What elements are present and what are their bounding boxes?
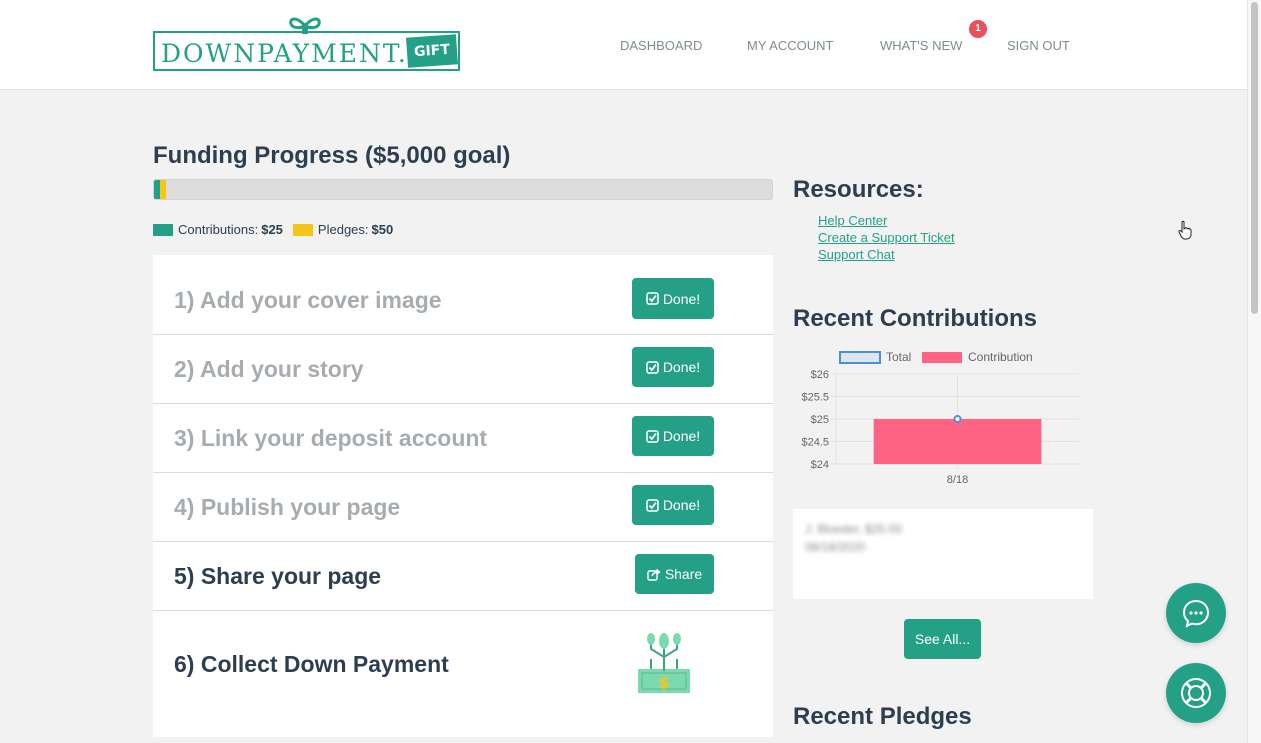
step-label: 3) Link your deposit account xyxy=(174,425,488,451)
step-row: 3) Link your deposit account Done! xyxy=(153,404,773,473)
contribution-name: J. Bloeder, $25.00 xyxy=(805,522,902,536)
share-page-button[interactable]: Share xyxy=(635,554,714,594)
step-label: 2) Add your story xyxy=(174,356,364,382)
step-3-done-button[interactable]: Done! xyxy=(632,416,714,456)
hand-cursor-icon xyxy=(1178,220,1192,240)
logo-text: DOWNPAYMENT. xyxy=(161,39,408,68)
recent-pledges-title: Recent Pledges xyxy=(793,703,972,730)
button-label: Done! xyxy=(662,359,701,375)
setup-steps-list: 1) Add your cover image Done! 2) Add you… xyxy=(153,255,773,737)
total-point xyxy=(953,415,962,423)
logo-frame: DOWNPAYMENT. GIFT xyxy=(153,31,460,71)
contributions-swatch xyxy=(153,223,173,236)
legend-total-label: Total xyxy=(886,350,911,364)
step-row: 1) Add your cover image Done! xyxy=(153,255,773,335)
help-center-link[interactable]: Help Center xyxy=(818,213,887,228)
support-chat-link[interactable]: Support Chat xyxy=(818,247,895,262)
checkbox-icon xyxy=(646,292,659,305)
site-logo[interactable]: DOWNPAYMENT. GIFT xyxy=(153,14,461,72)
lifebuoy-icon xyxy=(1181,678,1211,708)
contributions-label: Contributions: xyxy=(178,222,259,237)
contribution-entry-card: J. Bloeder, $25.00 08/18/2020 xyxy=(793,509,1093,599)
see-all-contributions-button[interactable]: See All... xyxy=(904,619,981,659)
resources-title: Resources: xyxy=(793,176,924,203)
pledges-label: Pledges: xyxy=(317,222,369,237)
step-label: 5) Share your page xyxy=(174,563,382,589)
pledges-swatch xyxy=(292,223,313,236)
contribution-bar xyxy=(873,419,1042,464)
contribution-date: 08/18/2020 xyxy=(805,540,866,554)
logo-gift-tag: GIFT xyxy=(406,34,458,68)
button-label: Share xyxy=(664,566,703,582)
page-scrollbar[interactable] xyxy=(1247,0,1261,743)
chat-button[interactable] xyxy=(1166,583,1226,643)
contributions-value: $25 xyxy=(261,222,283,237)
progress-pledges-fill xyxy=(160,180,167,199)
button-label: Done! xyxy=(662,290,701,307)
notification-badge: 1 xyxy=(969,20,987,38)
step-2-done-button[interactable]: Done! xyxy=(632,347,714,387)
legend-contribution-label: Contribution xyxy=(968,350,1033,364)
nav-whats-new[interactable]: WHAT'S NEW xyxy=(880,38,962,53)
recent-contributions-title: Recent Contributions xyxy=(793,305,1037,332)
legend-contribution-swatch xyxy=(922,352,962,363)
y-tick-label: $25.5 xyxy=(801,392,829,404)
scrollbar-thumb[interactable] xyxy=(1251,2,1258,314)
pledges-value: $50 xyxy=(371,222,394,237)
button-label: Done! xyxy=(662,428,701,444)
step-label: 4) Publish your page xyxy=(174,494,401,520)
money-plant-icon: $ xyxy=(638,633,690,693)
funding-progress-bar xyxy=(153,179,773,200)
step-row: 5) Share your page Share xyxy=(153,542,773,611)
nav-sign-out[interactable]: SIGN OUT xyxy=(1007,38,1070,53)
legend-total-swatch xyxy=(839,351,881,364)
nav-my-account[interactable]: MY ACCOUNT xyxy=(747,38,833,53)
checkbox-icon xyxy=(646,360,659,374)
y-tick-label: $24.5 xyxy=(801,437,829,449)
progress-legend: Contributions: $25 Pledges: $50 xyxy=(153,222,393,237)
button-label: Done! xyxy=(662,497,701,513)
x-tick-label: 8/18 xyxy=(947,474,968,486)
step-row: 2) Add your story Done! xyxy=(153,335,773,404)
step-label: 6) Collect Down Payment xyxy=(174,651,449,677)
contributions-chart: Total Contribution $26 $25.5 $25 $24.5 $24 8/18 xyxy=(801,350,1079,486)
y-tick-label: $24 xyxy=(811,459,829,471)
svg-text:$: $ xyxy=(658,673,669,692)
top-header: DOWNPAYMENT. GIFT DASHBOARD MY ACCOUNT W… xyxy=(0,0,1247,90)
chat-bubble-icon xyxy=(1182,599,1210,628)
step-4-done-button[interactable]: Done! xyxy=(632,485,714,525)
step-label: 1) Add your cover image xyxy=(174,287,442,313)
checkbox-icon xyxy=(646,429,659,443)
y-tick-label: $26 xyxy=(811,369,829,381)
help-button[interactable] xyxy=(1166,663,1226,723)
nav-dashboard[interactable]: DASHBOARD xyxy=(620,38,702,53)
funding-progress-title: Funding Progress ($5,000 goal) xyxy=(153,142,511,169)
step-1-done-button[interactable]: Done! xyxy=(632,278,714,319)
step-row: 4) Publish your page Done! xyxy=(153,473,773,542)
share-icon xyxy=(647,568,661,581)
checkbox-icon xyxy=(646,498,659,512)
support-ticket-link[interactable]: Create a Support Ticket xyxy=(818,230,955,245)
y-tick-label: $25 xyxy=(811,414,829,426)
